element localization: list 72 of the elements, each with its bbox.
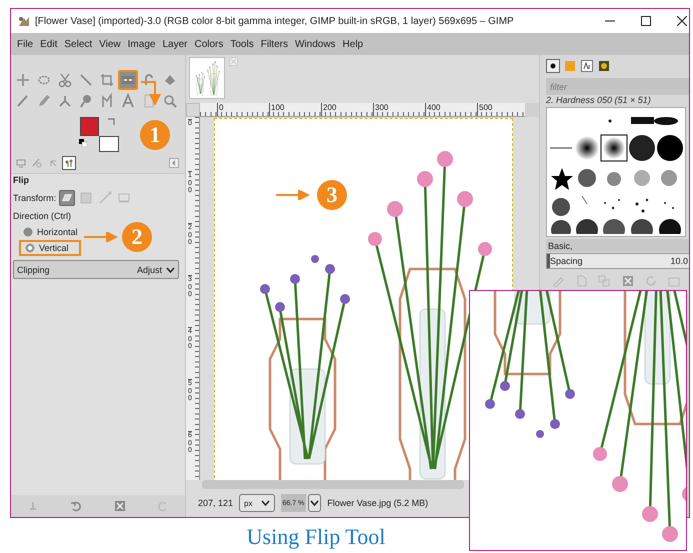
- menu-item[interactable]: Select: [64, 38, 92, 50]
- chevron-down-icon: [260, 500, 270, 506]
- unit-dropdown[interactable]: px: [239, 494, 274, 512]
- refresh-icon[interactable]: [644, 275, 657, 287]
- new-brush-icon[interactable]: [574, 275, 587, 287]
- chevron-down-icon: [310, 500, 320, 506]
- tab-icon: [581, 60, 593, 72]
- horizontal-scrollbar[interactable]: [202, 480, 464, 489]
- menu-item[interactable]: Edit: [40, 38, 58, 50]
- close-tab-icon[interactable]: [229, 57, 238, 66]
- open-brush-icon[interactable]: [668, 275, 680, 287]
- maximize-icon[interactable]: [641, 16, 651, 26]
- flower-vase-thumbnail: [193, 60, 221, 96]
- menu-item[interactable]: Filters: [260, 38, 288, 50]
- file-info: Flower Vase.jpg (5.2 MB): [327, 498, 428, 508]
- tool-options-title: Flip: [13, 175, 30, 187]
- delete-brush-icon[interactable]: [622, 275, 634, 287]
- tab-icon: [63, 157, 75, 169]
- menu-item[interactable]: Image: [128, 38, 156, 50]
- dock-menu-icon[interactable]: [169, 158, 179, 168]
- tab-icon: [598, 60, 610, 72]
- tool-icon[interactable]: [118, 70, 138, 90]
- dock-tab[interactable]: [546, 59, 560, 73]
- app-icon: [17, 15, 31, 27]
- foreground-color-swatch[interactable]: [80, 117, 99, 136]
- radio-option[interactable]: Vertical: [19, 240, 81, 256]
- radio-option[interactable]: Horizontal: [13, 224, 84, 240]
- duplicate-brush-icon[interactable]: [598, 275, 610, 287]
- reset-colors-icon[interactable]: [79, 139, 87, 147]
- delete-icon[interactable]: [114, 500, 126, 512]
- ruler-label: 100: [269, 103, 321, 116]
- spacing-slider[interactable]: Spacing 10.0: [546, 253, 689, 269]
- transform-mode-icon[interactable]: [59, 190, 76, 206]
- image-tab[interactable]: [189, 57, 225, 99]
- ruler-label: 200: [321, 103, 373, 116]
- menu-item[interactable]: Layer: [162, 38, 188, 50]
- dock-tab[interactable]: [62, 156, 76, 170]
- radio-icon[interactable]: [25, 243, 35, 253]
- menu-item[interactable]: Windows: [294, 38, 336, 50]
- menu-item[interactable]: Tools: [230, 38, 254, 50]
- close-icon[interactable]: [677, 16, 687, 26]
- direction-label: Direction (Ctrl): [13, 210, 72, 223]
- menu-item[interactable]: Help: [342, 38, 364, 50]
- zoom-dropdown[interactable]: [308, 494, 322, 512]
- ruler-label: 0: [217, 103, 269, 116]
- chevron-down-icon: [166, 266, 175, 272]
- ruler-corner[interactable]: [186, 103, 200, 117]
- menu-item[interactable]: Colors: [194, 38, 224, 50]
- window-title: [Flower Vase] (imported)-3.0 (RGB color 8-bit gamma integer, GIMP built-in sRGB, 1 layer) 569x695 – GIMP: [35, 16, 515, 26]
- swap-colors-icon[interactable]: [107, 117, 116, 126]
- menu-item[interactable]: View: [99, 38, 121, 50]
- transform-label: Transform:: [13, 193, 56, 203]
- ruler-label: 300: [373, 103, 425, 116]
- vertical-scrollbar[interactable]: [525, 103, 539, 117]
- brush-name: 2. Hardness 050 (51 × 51): [546, 95, 652, 107]
- background-color-swatch[interactable]: [99, 136, 119, 152]
- tab-icon: [15, 157, 27, 169]
- radio-icon[interactable]: [23, 227, 33, 237]
- filter-field[interactable]: filter: [546, 78, 689, 95]
- dock-tab[interactable]: [597, 59, 611, 73]
- brush-preset: Basic,: [546, 239, 689, 252]
- tab-icon: [31, 157, 43, 169]
- pointer-coordinates: 207, 121: [198, 498, 234, 508]
- reset-icon[interactable]: [157, 500, 170, 512]
- figure-caption: Using Flip Tool: [246, 524, 386, 549]
- restore-icon[interactable]: [70, 500, 82, 512]
- tab-icon: [564, 60, 576, 72]
- clipping-dropdown[interactable]: Clipping Adjust: [13, 260, 179, 279]
- menu-item[interactable]: File: [17, 38, 34, 50]
- edit-brush-icon[interactable]: [552, 275, 564, 287]
- ruler-label: 400: [425, 103, 477, 116]
- dock-tab[interactable]: [580, 59, 594, 73]
